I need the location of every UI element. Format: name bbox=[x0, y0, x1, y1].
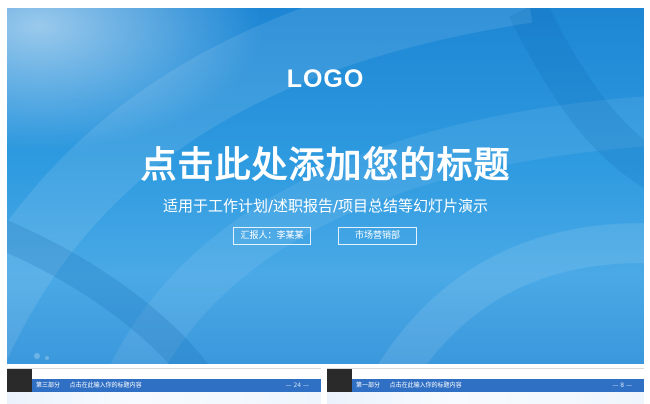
thumbnail-slide-right[interactable]: 第一部分 点击在此输入你的标题内容 — 8 — bbox=[327, 368, 644, 404]
thumbnail-slide-left[interactable]: 第三部分 点击在此输入你的标题内容 — 24 — bbox=[7, 368, 321, 404]
thumbnail-page-number: — 24 — bbox=[285, 382, 309, 389]
presentation-preview: LOGO 点击此处添加您的标题 适用于工作计划/述职报告/项目总结等幻灯片演示 … bbox=[0, 0, 650, 404]
thumbnail-page-number: — 8 — bbox=[612, 382, 632, 389]
title-slide[interactable]: LOGO 点击此处添加您的标题 适用于工作计划/述职报告/项目总结等幻灯片演示 … bbox=[7, 8, 644, 364]
thumbnail-section: 第三部分 bbox=[36, 382, 61, 389]
slide-subtitle[interactable]: 适用于工作计划/述职报告/项目总结等幻灯片演示 bbox=[7, 195, 644, 216]
thumbnail-watermark bbox=[327, 392, 644, 404]
thumbnail-heading: 点击在此输入你的标题内容 bbox=[69, 382, 142, 389]
department-tag[interactable]: 市场营销部 bbox=[338, 227, 417, 245]
reporter-tag[interactable]: 汇报人：李某某 bbox=[233, 227, 311, 245]
thumbnail-heading: 点击在此输入你的标题内容 bbox=[389, 382, 462, 389]
logo-text: LOGO bbox=[286, 65, 365, 93]
thumbnail-header-bar: 第三部分 点击在此输入你的标题内容 — 24 — bbox=[32, 379, 321, 392]
thumbnail-watermark bbox=[7, 392, 321, 404]
thumbnail-section: 第一部分 bbox=[356, 382, 381, 389]
thumbnail-header-bar: 第一部分 点击在此输入你的标题内容 — 8 — bbox=[352, 379, 644, 392]
slide-title[interactable]: 点击此处添加您的标题 bbox=[7, 136, 644, 188]
